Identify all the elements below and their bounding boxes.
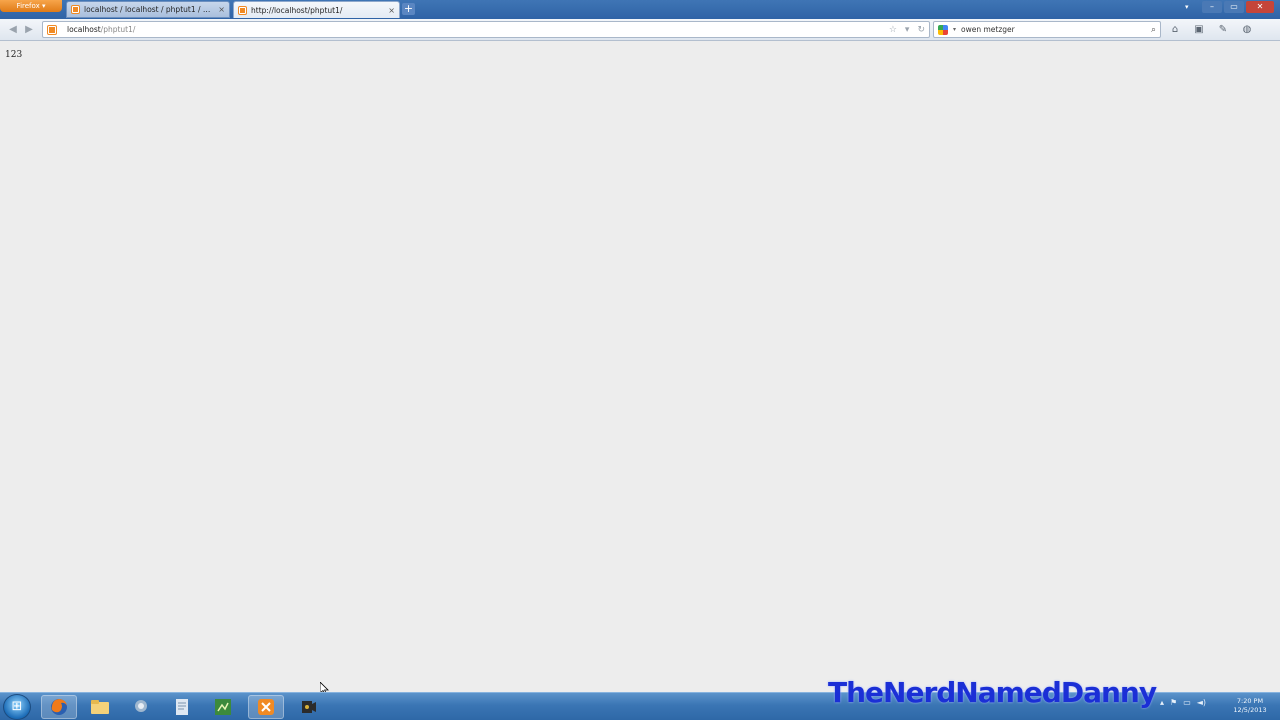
channel-watermark: TheNerdNamedDanny bbox=[828, 676, 1157, 709]
history-dropdown-icon[interactable]: ▾ bbox=[905, 25, 910, 35]
taskbar-file-explorer-icon[interactable] bbox=[82, 695, 118, 719]
navigation-toolbar: ◀ ▶ localhost/phptut1/ ☆ ▾ ↻ ▾ owen metz… bbox=[0, 19, 1280, 41]
search-input[interactable]: owen metzger bbox=[961, 25, 1015, 34]
toolbar-buttons: ⌂ ▣ ✎ ◍ bbox=[1168, 23, 1254, 37]
addon-globe-icon[interactable]: ◍ bbox=[1240, 23, 1254, 37]
title-bar: Firefox ▾ localhost / localhost / phptut… bbox=[0, 0, 1280, 19]
start-button[interactable] bbox=[3, 694, 31, 720]
volume-icon[interactable]: ◄) bbox=[1197, 698, 1206, 707]
new-tab-button[interactable]: + bbox=[402, 3, 415, 15]
address-bar[interactable]: localhost/phptut1/ ☆ ▾ ↻ bbox=[42, 21, 930, 38]
tab-label: http://localhost/phptut1/ bbox=[251, 5, 343, 15]
close-tab-icon[interactable]: × bbox=[388, 6, 395, 15]
tools-addon-icon[interactable]: ✎ bbox=[1216, 23, 1230, 37]
taskbar-chat-icon[interactable] bbox=[123, 695, 159, 719]
reload-icon[interactable]: ↻ bbox=[917, 25, 925, 35]
bookmark-star-icon[interactable]: ☆ bbox=[889, 25, 897, 35]
search-box[interactable]: ▾ owen metzger ⌕ bbox=[933, 21, 1161, 38]
forward-arrow-icon[interactable]: ▶ bbox=[22, 23, 36, 37]
site-identity-icon[interactable] bbox=[47, 24, 57, 35]
screenshot-addon-icon[interactable]: ▣ bbox=[1192, 23, 1206, 37]
window-controls: – ▭ ✕ bbox=[1202, 1, 1274, 13]
google-engine-icon[interactable] bbox=[938, 24, 948, 35]
page-viewport: 123 bbox=[0, 42, 1280, 696]
tab-phpmyadmin[interactable]: localhost / localhost / phptut1 / users.… bbox=[66, 1, 230, 18]
tab-phptut1[interactable]: http://localhost/phptut1/ × bbox=[233, 1, 400, 18]
minimize-icon[interactable]: – bbox=[1202, 1, 1222, 13]
search-engine-dropdown-icon[interactable]: ▾ bbox=[953, 26, 956, 33]
taskbar-xampp-icon[interactable] bbox=[248, 695, 284, 719]
url-text[interactable]: localhost/phptut1/ bbox=[67, 25, 135, 34]
action-center-flag-icon[interactable]: ⚑ bbox=[1170, 698, 1177, 707]
show-hidden-icons-icon[interactable]: ▴ bbox=[1160, 698, 1164, 707]
search-magnifier-icon[interactable]: ⌕ bbox=[1151, 25, 1156, 35]
taskbar-program-icon[interactable] bbox=[205, 695, 241, 719]
tab-label: localhost / localhost / phptut1 / users.… bbox=[84, 5, 214, 14]
close-window-icon[interactable]: ✕ bbox=[1246, 1, 1274, 13]
url-path: /phptut1/ bbox=[100, 25, 136, 34]
system-tray: ▴ ⚑ ▭ ◄) bbox=[1160, 698, 1206, 707]
xampp-favicon-icon bbox=[238, 5, 247, 15]
url-host: localhost bbox=[67, 25, 101, 34]
xampp-favicon-icon bbox=[71, 5, 80, 14]
network-icon[interactable]: ▭ bbox=[1183, 698, 1191, 707]
clock-time: 7:20 PM bbox=[1236, 697, 1264, 705]
taskbar-clock[interactable]: 7:20 PM 12/5/2013 bbox=[1228, 697, 1272, 715]
clock-date: 12/5/2013 bbox=[1233, 706, 1267, 714]
address-bar-actions: ☆ ▾ ↻ bbox=[889, 25, 929, 35]
home-icon[interactable]: ⌂ bbox=[1168, 23, 1182, 37]
list-all-tabs-icon[interactable]: ▾ bbox=[1185, 3, 1189, 11]
page-body-text: 123 bbox=[5, 50, 23, 60]
firefox-menu-label: Firefox ▾ bbox=[16, 2, 46, 10]
taskbar-recorder-icon[interactable] bbox=[290, 695, 326, 719]
maximize-icon[interactable]: ▭ bbox=[1224, 1, 1244, 13]
close-tab-icon[interactable]: × bbox=[218, 5, 225, 14]
firefox-menu-button[interactable]: Firefox ▾ bbox=[0, 0, 62, 12]
taskbar-notepad-icon[interactable] bbox=[164, 695, 200, 719]
back-arrow-icon[interactable]: ◀ bbox=[6, 23, 20, 37]
taskbar-firefox-icon[interactable] bbox=[41, 695, 77, 719]
